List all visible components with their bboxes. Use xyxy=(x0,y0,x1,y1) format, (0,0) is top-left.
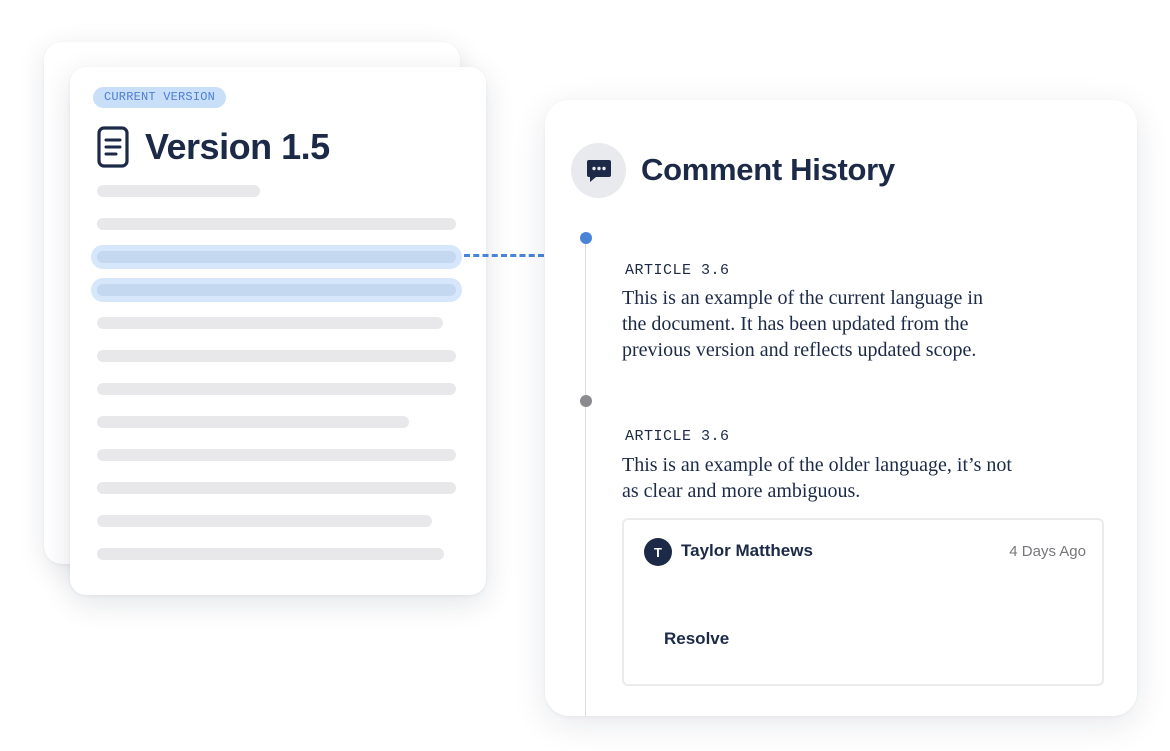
document-icon xyxy=(97,126,129,168)
timeline-line xyxy=(585,240,586,716)
article-text-line: as clear and more ambiguous. xyxy=(622,480,861,502)
chat-bubble-icon xyxy=(571,143,626,198)
placeholder-text-line xyxy=(97,548,444,560)
comment-card: T Taylor Matthews 4 Days Ago Resolve xyxy=(622,518,1104,686)
article-text-line: the document. It has been updated from t… xyxy=(622,313,969,335)
avatar: T xyxy=(644,538,672,566)
placeholder-text-line xyxy=(97,218,456,230)
placeholder-text-line xyxy=(97,185,260,197)
highlighted-text-line[interactable] xyxy=(97,251,456,263)
current-version-badge: CURRENT VERSION xyxy=(93,87,227,108)
article-text-previous: This is an example of the older language… xyxy=(622,452,1012,504)
comment-author: Taylor Matthews xyxy=(681,541,813,560)
placeholder-text-line xyxy=(97,416,409,428)
placeholder-text-line xyxy=(97,350,456,362)
article-text-line: previous version and reflects updated sc… xyxy=(622,339,977,361)
article-text-line: This is an example of the current langua… xyxy=(622,287,983,309)
highlight-connector-line xyxy=(464,254,544,257)
timeline-dot-previous xyxy=(580,395,592,407)
highlighted-text-line[interactable] xyxy=(97,284,456,296)
panel-title: Comment History xyxy=(641,152,895,187)
current-version-document[interactable]: CURRENT VERSION Version 1.5 xyxy=(70,67,486,595)
article-label: ARTICLE 3.6 xyxy=(625,428,730,445)
placeholder-text-line xyxy=(97,515,432,527)
placeholder-text-line xyxy=(97,449,456,461)
resolve-button[interactable]: Resolve xyxy=(664,629,729,649)
comment-history-panel: Comment History ARTICLE 3.6 This is an e… xyxy=(545,100,1137,716)
timeline-dot-current xyxy=(580,232,592,244)
placeholder-text-line xyxy=(97,383,456,395)
document-title: Version 1.5 xyxy=(145,126,330,167)
article-text-line: This is an example of the older language… xyxy=(622,454,1012,476)
article-label: ARTICLE 3.6 xyxy=(625,262,730,279)
placeholder-text-line xyxy=(97,482,456,494)
article-text-current: This is an example of the current langua… xyxy=(622,285,983,363)
comment-timestamp: 4 Days Ago xyxy=(1009,543,1086,560)
placeholder-text-line xyxy=(97,317,443,329)
